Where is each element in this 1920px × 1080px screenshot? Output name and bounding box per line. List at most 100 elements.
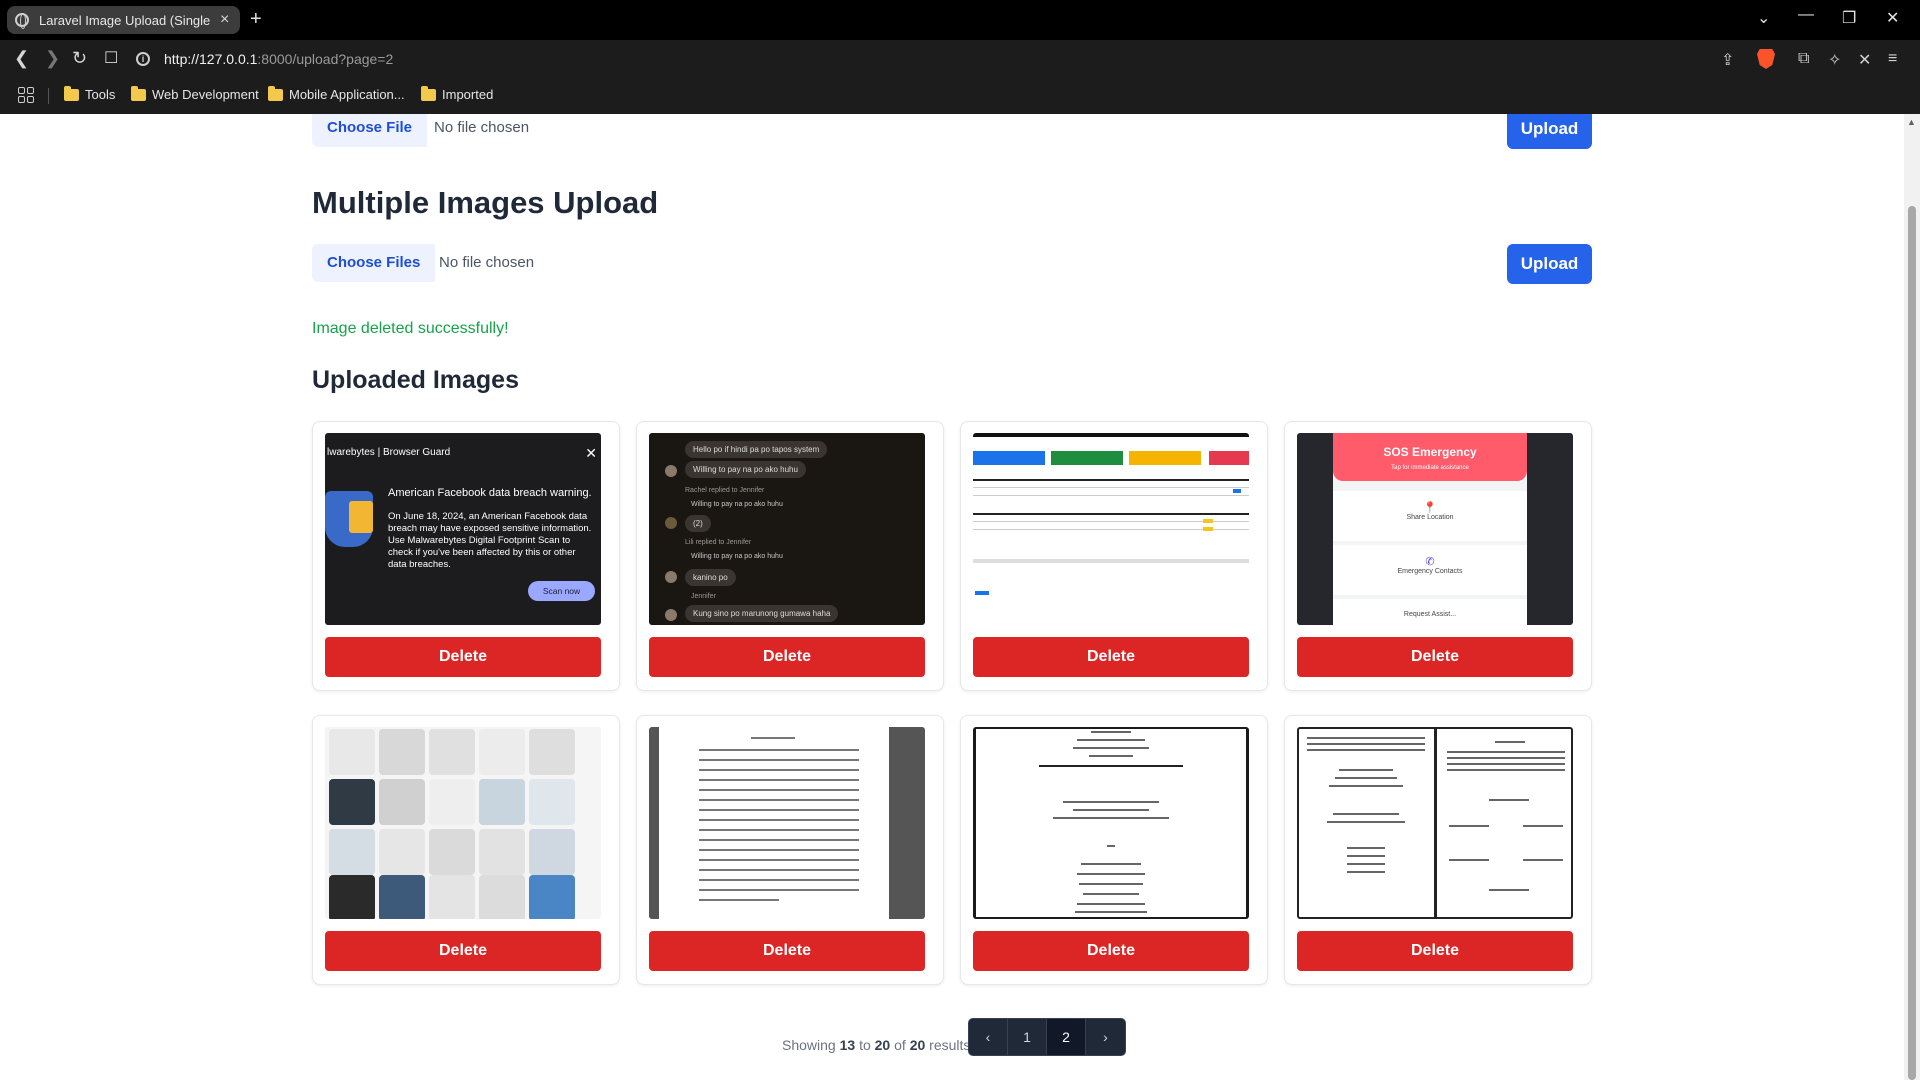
thumb-doc-line <box>1339 769 1393 771</box>
thumb-doc-line <box>1079 883 1143 885</box>
thumb-product <box>329 779 375 825</box>
thumb-dash-row <box>973 495 1249 496</box>
pagination-to-word: to <box>859 1037 871 1053</box>
extensions-icon[interactable]: ⧉ <box>1798 50 1809 68</box>
minimize-icon[interactable]: — <box>1798 6 1814 24</box>
thumb-product <box>479 829 525 875</box>
thumb-doc-line <box>751 737 795 739</box>
new-tab-button[interactable]: + <box>250 8 262 31</box>
single-upload-button[interactable]: Upload <box>1507 114 1592 149</box>
multiple-upload-button[interactable]: Upload <box>1507 244 1592 284</box>
thumb-chat-bubble: kanino po <box>685 569 736 586</box>
image-thumbnail[interactable] <box>973 433 1249 625</box>
bookmark-imported[interactable]: Imported <box>421 85 494 102</box>
page-viewport: Choose File No file chosen Upload Multip… <box>0 114 1904 1080</box>
address-bar[interactable]: i http://127.0.0.1:8000/upload?page=2 <box>136 44 1766 74</box>
delete-button[interactable]: Delete <box>973 637 1249 677</box>
image-thumbnail[interactable] <box>649 727 925 919</box>
image-thumbnail[interactable] <box>1297 727 1573 919</box>
thumb-doc-line <box>1307 743 1425 745</box>
thumb-sos-item-label: Share Location <box>1406 514 1454 521</box>
apps-grid-icon[interactable] <box>18 87 34 103</box>
thumb-chat-meta: Lili replied to Jennifer <box>685 539 752 546</box>
bookmark-web-development[interactable]: Web Development <box>131 85 259 102</box>
scroll-up-icon[interactable]: ▲ <box>1907 117 1916 127</box>
pagination-next-button[interactable]: › <box>1086 1019 1125 1055</box>
image-card: Delete <box>960 715 1268 985</box>
image-thumbnail[interactable]: SOS Emergency Tap for immediate assistan… <box>1297 433 1573 625</box>
multiple-upload-form: Choose Files No file chosen Upload <box>312 244 1592 288</box>
delete-button[interactable]: Delete <box>325 637 601 677</box>
tab-search-icon[interactable]: ⌄ <box>1757 8 1770 28</box>
choose-file-button[interactable]: Choose File <box>312 114 428 147</box>
thumb-sos-item: 📍 Share Location <box>1333 491 1527 541</box>
thumb-dash-row <box>973 559 1249 563</box>
thumb-doc-line <box>699 799 859 801</box>
thumb-doc-line <box>1089 755 1133 757</box>
bookmark-label: Mobile Application... <box>289 87 405 102</box>
thumb-doc-line <box>1039 765 1183 767</box>
page-scrollbar[interactable]: ▲ <box>1904 114 1920 1080</box>
thumb-dash-tile <box>1051 451 1123 465</box>
tab-title: Laravel Image Upload (Single + Multiple) <box>39 12 214 28</box>
image-card: SOS Emergency Tap for immediate assistan… <box>1284 421 1592 691</box>
phone-icon: ✆ <box>1425 556 1435 568</box>
delete-button[interactable]: Delete <box>1297 637 1573 677</box>
image-card: lwarebytes | Browser Guard ✕ American Fa… <box>312 421 620 691</box>
bookmark-mobile-application[interactable]: Mobile Application... <box>268 85 405 102</box>
thumb-doc-line <box>699 869 859 871</box>
thumb-doc-line <box>1075 911 1147 913</box>
leo-ai-icon[interactable]: ✧ <box>1828 50 1841 70</box>
thumb-doc-line <box>699 859 859 861</box>
restore-icon[interactable]: ❐ <box>1842 8 1856 28</box>
scrollbar-thumb[interactable] <box>1908 206 1916 1080</box>
bookmark-icon[interactable]: ☐ <box>104 48 118 68</box>
tab-close-button[interactable]: × <box>220 11 229 29</box>
thumb-doc-line <box>1053 817 1169 819</box>
back-icon[interactable]: ❮ <box>14 48 29 69</box>
image-thumbnail[interactable]: Hello po if hindi pa po tapos system Wil… <box>649 433 925 625</box>
delete-button[interactable]: Delete <box>973 931 1249 971</box>
thumb-avatar <box>665 609 677 621</box>
bookmark-tools[interactable]: Tools <box>64 85 115 102</box>
delete-button[interactable]: Delete <box>649 931 925 971</box>
thumb-doc-line <box>1077 739 1145 741</box>
thumb-doc-line <box>1523 825 1563 827</box>
image-thumbnail[interactable]: lwarebytes | Browser Guard ✕ American Fa… <box>325 433 601 625</box>
thumb-dash-tile <box>1209 451 1249 465</box>
delete-button[interactable]: Delete <box>649 637 925 677</box>
pagination-page-1[interactable]: 1 <box>1008 1019 1047 1055</box>
delete-button[interactable]: Delete <box>325 931 601 971</box>
tools-icon[interactable]: ✕ <box>1858 50 1871 70</box>
thumb-doc-page <box>976 729 1246 917</box>
reload-icon[interactable]: ↻ <box>72 48 87 69</box>
thumb-doc-line <box>1523 859 1563 861</box>
thumb-doc-line <box>1489 889 1529 891</box>
delete-button[interactable]: Delete <box>1297 931 1573 971</box>
thumb-product <box>529 729 575 775</box>
thumb-doc-line <box>1489 799 1529 801</box>
thumb-product <box>329 829 375 875</box>
bookmark-label: Imported <box>442 87 494 102</box>
thumb-scan-button: Scan now <box>528 581 595 601</box>
browser-tab[interactable]: Laravel Image Upload (Single + Multiple)… <box>7 6 240 34</box>
forward-icon[interactable]: ❯ <box>45 48 60 69</box>
choose-files-button[interactable]: Choose Files <box>312 244 436 282</box>
thumb-doc-line <box>1081 863 1141 865</box>
thumb-doc-line <box>699 809 859 811</box>
image-thumbnail[interactable] <box>973 727 1249 919</box>
menu-icon[interactable]: ≡ <box>1888 50 1897 68</box>
thumb-doc-line <box>699 849 859 851</box>
pagination-page-2[interactable]: 2 <box>1047 1019 1086 1055</box>
thumb-doc-line <box>1335 777 1397 779</box>
browser-tab-strip: Laravel Image Upload (Single + Multiple)… <box>0 0 1920 40</box>
image-thumbnail[interactable] <box>325 727 601 919</box>
thumb-chat-meta: Jennifer <box>691 593 716 600</box>
thumb-doc-line <box>1329 785 1403 787</box>
close-window-icon[interactable]: ✕ <box>1886 8 1899 28</box>
share-icon[interactable]: ⇪ <box>1721 50 1734 70</box>
site-info-icon[interactable]: i <box>136 52 150 66</box>
thumb-sos-item-label: Request Assist... <box>1403 611 1457 618</box>
thumb-chat-meta: Willing to pay na po ako huhu <box>691 553 783 560</box>
pagination-prev-button[interactable]: ‹ <box>969 1019 1008 1055</box>
